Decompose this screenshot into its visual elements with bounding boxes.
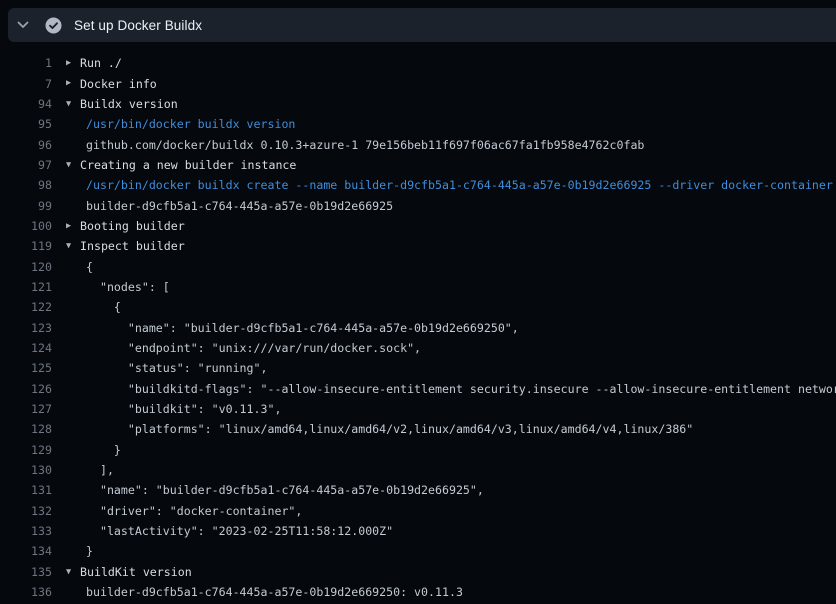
line-number[interactable]: 135 [0,565,52,579]
disclosure-triangle-icon: ▼ [66,100,80,109]
line-number[interactable]: 97 [0,158,52,172]
line-number[interactable]: 130 [0,463,52,477]
line-number[interactable]: 121 [0,280,52,294]
log-group-collapsed[interactable]: 100 ▶ Booting builder [0,216,836,236]
log-line-text: "buildkit": "v0.11.3", [86,402,281,416]
log-line-text: github.com/docker/buildx 0.10.3+azure-1 … [86,138,644,152]
log-line-text: Inspect builder [80,239,185,253]
line-number[interactable]: 123 [0,321,52,335]
log-group-expanded[interactable]: 94 ▼ Buildx version [0,94,836,114]
log-group-expanded[interactable]: 119 ▼ Inspect builder [0,236,836,256]
disclosure-triangle-icon: ▶ [66,59,80,68]
line-number[interactable]: 134 [0,544,52,558]
log-line-text: { [86,260,93,274]
log-line-text: "driver": "docker-container", [86,504,302,518]
log-group-collapsed[interactable]: 1 ▶ Run ./ [0,53,836,73]
line-number[interactable]: 119 [0,239,52,253]
log-line-text: Buildx version [80,97,178,111]
log-line: 133 "lastActivity": "2023-02-25T11:58:12… [0,521,836,541]
disclosure-triangle-icon: ▼ [66,568,80,577]
log-group-expanded[interactable]: 135 ▼ BuildKit version [0,562,836,582]
log-line-text: "lastActivity": "2023-02-25T11:58:12.000… [86,524,393,538]
log-line: 120 { [0,256,836,276]
step-title: Set up Docker Buildx [74,18,202,33]
line-number[interactable]: 99 [0,199,52,213]
line-number[interactable]: 94 [0,97,52,111]
disclosure-triangle-icon: ▼ [66,242,80,251]
collapse-step-button[interactable] [8,8,38,42]
log-line: 126 "buildkitd-flags": "--allow-insecure… [0,379,836,399]
step-status-badge [45,17,62,34]
log-line: 95 /usr/bin/docker buildx version [0,114,836,134]
log-line-text: Run ./ [80,56,122,70]
log-line: 123 "name": "builder-d9cfb5a1-c764-445a-… [0,317,836,337]
line-number[interactable]: 126 [0,382,52,396]
log-line-text: "status": "running", [86,361,267,375]
disclosure-triangle-icon: ▶ [66,79,80,88]
line-number[interactable]: 122 [0,300,52,314]
line-number[interactable]: 120 [0,260,52,274]
line-number[interactable]: 125 [0,361,52,375]
disclosure-triangle-icon: ▼ [66,161,80,170]
log-line: 122 { [0,297,836,317]
line-number[interactable]: 7 [0,77,52,91]
log-line: 99 builder-d9cfb5a1-c764-445a-a57e-0b19d… [0,195,836,215]
log-line: 124 "endpoint": "unix:///var/run/docker.… [0,338,836,358]
log-line-text: "endpoint": "unix:///var/run/docker.sock… [86,341,421,355]
log-line-text: { [86,300,121,314]
log-line-text: } [86,544,93,558]
log-line-text: Docker info [80,77,157,91]
line-number[interactable]: 100 [0,219,52,233]
log-line: 131 "name": "builder-d9cfb5a1-c764-445a-… [0,480,836,500]
line-number[interactable]: 96 [0,138,52,152]
line-number[interactable]: 132 [0,504,52,518]
log-line-text: BuildKit version [80,565,192,579]
log-line: 132 "driver": "docker-container", [0,501,836,521]
line-number[interactable]: 129 [0,443,52,457]
log-line: 130 ], [0,460,836,480]
line-number[interactable]: 131 [0,483,52,497]
log-console: 1 ▶ Run ./ 7 ▶ Docker info 94 ▼ Buildx v… [0,42,836,602]
log-line-text: Creating a new builder instance [80,158,296,172]
log-line: 129 } [0,440,836,460]
log-line-text: Booting builder [80,219,185,233]
log-line-text: ], [86,463,114,477]
line-number[interactable]: 1 [0,56,52,70]
log-line: 134 } [0,541,836,561]
line-number[interactable]: 128 [0,422,52,436]
line-number[interactable]: 95 [0,117,52,131]
log-line-text: "nodes": [ [86,280,170,294]
log-line-text: "platforms": "linux/amd64,linux/amd64/v2… [86,422,693,436]
log-line-text: "name": "builder-d9cfb5a1-c764-445a-a57e… [86,321,519,335]
log-line: 128 "platforms": "linux/amd64,linux/amd6… [0,419,836,439]
log-line-text: /usr/bin/docker buildx version [86,117,295,131]
log-line-text: "buildkitd-flags": "--allow-insecure-ent… [86,382,836,396]
line-number[interactable]: 124 [0,341,52,355]
line-number[interactable]: 98 [0,178,52,192]
log-line-text: builder-d9cfb5a1-c764-445a-a57e-0b19d2e6… [86,585,463,599]
log-line: 98 /usr/bin/docker buildx create --name … [0,175,836,195]
chevron-down-icon [16,18,30,32]
log-group-collapsed[interactable]: 7 ▶ Docker info [0,73,836,93]
log-line: 125 "status": "running", [0,358,836,378]
line-number[interactable]: 136 [0,585,52,599]
log-line-text: } [86,443,121,457]
line-number[interactable]: 133 [0,524,52,538]
check-circle-icon [45,17,62,34]
log-line: 96 github.com/docker/buildx 0.10.3+azure… [0,134,836,154]
log-group-expanded[interactable]: 97 ▼ Creating a new builder instance [0,155,836,175]
disclosure-triangle-icon: ▶ [66,222,80,231]
step-header[interactable]: Set up Docker Buildx [8,8,836,42]
log-line-text: "name": "builder-d9cfb5a1-c764-445a-a57e… [86,483,484,497]
line-number[interactable]: 127 [0,402,52,416]
log-line: 127 "buildkit": "v0.11.3", [0,399,836,419]
log-line-text: /usr/bin/docker buildx create --name bui… [86,178,833,192]
log-line: 136 builder-d9cfb5a1-c764-445a-a57e-0b19… [0,582,836,602]
log-line: 121 "nodes": [ [0,277,836,297]
log-line-text: builder-d9cfb5a1-c764-445a-a57e-0b19d2e6… [86,199,393,213]
